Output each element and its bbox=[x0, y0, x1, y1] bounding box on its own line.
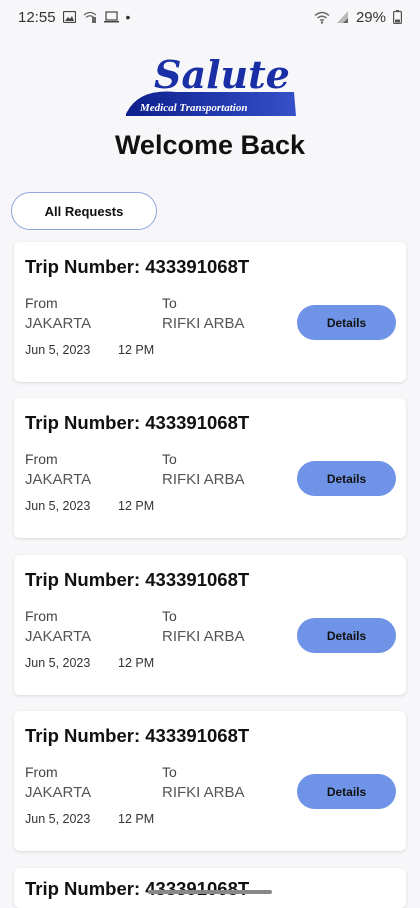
from-label: From bbox=[25, 295, 58, 311]
details-button[interactable]: Details bbox=[297, 305, 396, 340]
trip-number: Trip Number: 433391068T bbox=[25, 725, 250, 746]
trip-number: Trip Number: 433391068T bbox=[25, 412, 250, 433]
wifi-calling-icon bbox=[83, 11, 97, 23]
to-value: RIFKI ARBA bbox=[162, 315, 245, 332]
trip-number: Trip Number: 433391068T bbox=[25, 569, 250, 590]
signal-icon bbox=[336, 11, 349, 23]
status-bar: 12:55 • 29% bbox=[0, 0, 420, 34]
welcome-heading: Welcome Back bbox=[114, 130, 306, 160]
details-button[interactable]: Details bbox=[297, 461, 396, 496]
home-indicator[interactable] bbox=[148, 890, 272, 894]
wifi-icon bbox=[314, 11, 330, 24]
trip-card[interactable]: Trip Number: 433391068T From JAKARTA To … bbox=[14, 398, 406, 538]
trip-time: 12 PM bbox=[118, 343, 155, 357]
from-label: From bbox=[25, 451, 58, 467]
to-label: To bbox=[162, 608, 177, 624]
trip-date: Jun 5, 2023 bbox=[25, 812, 91, 826]
notification-dot: • bbox=[125, 9, 131, 25]
to-label: To bbox=[162, 764, 177, 780]
details-button[interactable]: Details bbox=[297, 618, 396, 653]
battery-percent: 29% bbox=[355, 8, 386, 26]
trip-card[interactable]: Trip Number: 433391068T From JAKARTA To … bbox=[14, 242, 406, 382]
trip-date: Jun 5, 2023 bbox=[25, 656, 91, 670]
trip-card[interactable]: Trip Number: 433391068T From JAKARTA To … bbox=[14, 555, 406, 695]
from-label: From bbox=[25, 608, 58, 624]
trip-number: Trip Number: 433391068T bbox=[25, 256, 250, 277]
status-bar-left: 12:55 • bbox=[18, 9, 130, 26]
trip-card[interactable]: Trip Number: 433391068T bbox=[14, 868, 406, 908]
salute-logo: Salute Medical Transportation bbox=[124, 48, 296, 120]
trip-card[interactable]: Trip Number: 433391068T From JAKARTA To … bbox=[14, 711, 406, 851]
gallery-icon bbox=[62, 11, 76, 23]
status-time: 12:55 bbox=[18, 8, 56, 26]
from-value: JAKARTA bbox=[25, 315, 92, 332]
to-label: To bbox=[162, 295, 177, 311]
to-label: To bbox=[162, 451, 177, 467]
status-bar-right: 29% bbox=[314, 9, 402, 26]
logo-word: Salute bbox=[154, 52, 290, 97]
from-label: From bbox=[25, 764, 58, 780]
trip-time: 12 PM bbox=[118, 656, 155, 670]
battery-icon bbox=[393, 10, 402, 24]
to-value: RIFKI ARBA bbox=[162, 784, 245, 801]
from-value: JAKARTA bbox=[25, 471, 92, 488]
to-value: RIFKI ARBA bbox=[162, 471, 245, 488]
laptop-icon bbox=[103, 11, 119, 23]
from-value: JAKARTA bbox=[25, 784, 92, 801]
logo-tagline: Medical Transportation bbox=[139, 102, 247, 114]
details-button[interactable]: Details bbox=[297, 774, 396, 809]
all-requests-filter-button[interactable]: All Requests bbox=[11, 192, 157, 230]
trip-time: 12 PM bbox=[118, 812, 155, 826]
from-value: JAKARTA bbox=[25, 628, 92, 645]
trip-time: 12 PM bbox=[118, 499, 155, 513]
to-value: RIFKI ARBA bbox=[162, 628, 245, 645]
trip-date: Jun 5, 2023 bbox=[25, 499, 91, 513]
trip-number: Trip Number: 433391068T bbox=[25, 878, 250, 899]
trip-date: Jun 5, 2023 bbox=[25, 343, 91, 357]
